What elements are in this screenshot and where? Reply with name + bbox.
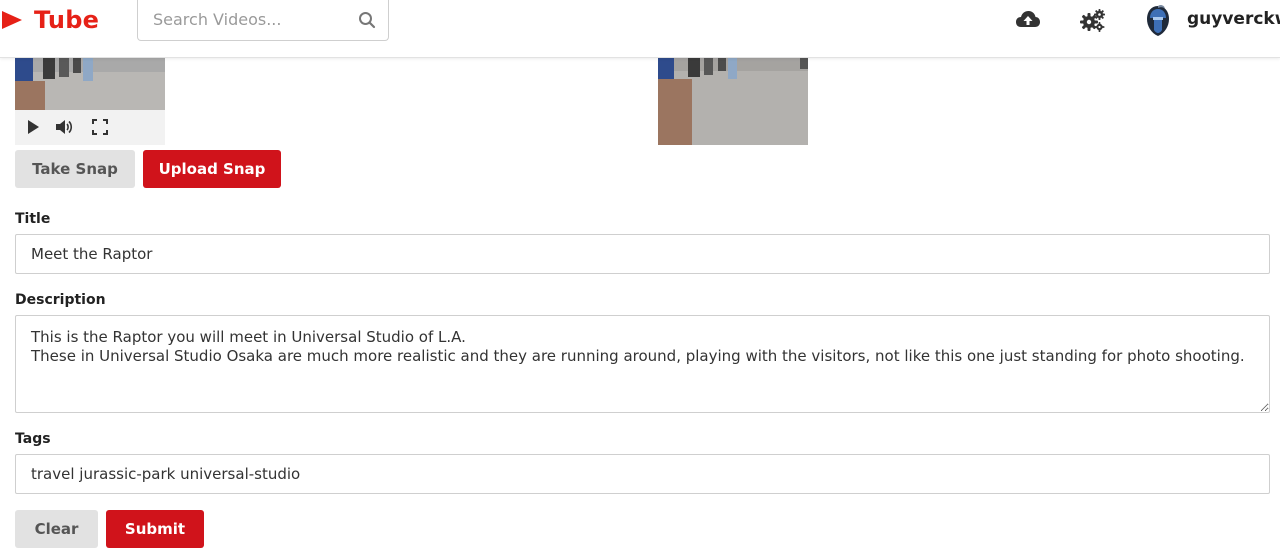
video-controls xyxy=(15,110,165,145)
username-label[interactable]: guyverckw xyxy=(1187,9,1280,29)
fullscreen-icon[interactable] xyxy=(91,118,109,136)
play-logo-icon xyxy=(2,11,22,29)
snapshot-preview-image xyxy=(658,57,808,145)
upload-snap-button[interactable]: Upload Snap xyxy=(143,150,281,188)
title-input[interactable] xyxy=(15,234,1270,274)
volume-icon[interactable] xyxy=(55,118,73,136)
take-snap-button[interactable]: Take Snap xyxy=(15,150,135,188)
tags-label: Tags xyxy=(15,431,51,447)
search-box xyxy=(137,0,389,41)
title-label: Title xyxy=(15,211,51,227)
submit-button[interactable]: Submit xyxy=(106,510,204,548)
brand-name: Tube xyxy=(34,6,100,34)
video-frame xyxy=(15,57,165,110)
tags-input[interactable] xyxy=(15,454,1270,494)
clear-button[interactable]: Clear xyxy=(15,510,98,548)
webcam-video-preview[interactable] xyxy=(15,57,165,145)
play-icon[interactable] xyxy=(24,118,42,136)
description-textarea[interactable]: This is the Raptor you will meet in Univ… xyxy=(15,315,1270,413)
search-icon[interactable] xyxy=(358,11,376,29)
brand-logo[interactable]: Tube xyxy=(2,6,100,34)
user-avatar[interactable] xyxy=(1143,4,1173,38)
search-input[interactable] xyxy=(138,0,363,38)
top-navigation-bar: Tube Search Videos... guyverck xyxy=(0,0,1280,58)
gears-icon[interactable] xyxy=(1080,8,1106,32)
description-label: Description xyxy=(15,292,106,308)
cloud-upload-icon[interactable] xyxy=(1015,8,1041,32)
